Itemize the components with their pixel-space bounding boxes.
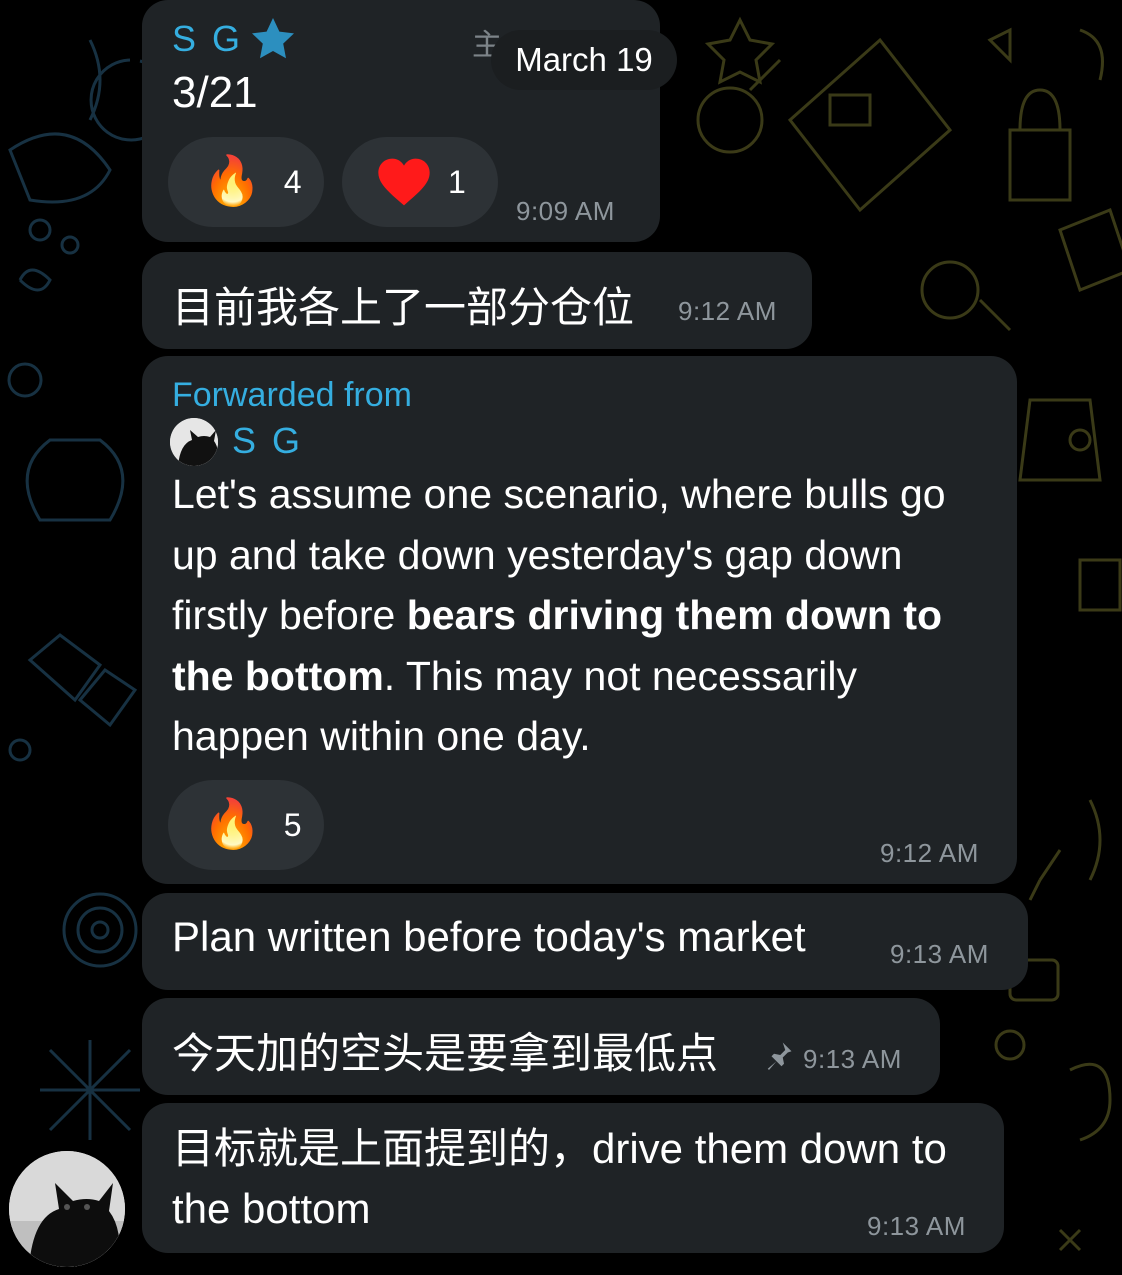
star-icon	[252, 18, 294, 59]
sender-name[interactable]: S G	[172, 18, 243, 60]
message-time: 9:12 AM	[678, 296, 777, 326]
message-text: Let's assume one scenario, where bulls g…	[172, 464, 992, 767]
message-time: 9:13 AM	[890, 939, 989, 969]
message-text: 目标就是上面提到的，drive them down to the bottom	[172, 1125, 947, 1232]
message-bubble-4[interactable]: Plan written before today's market 9:13 …	[142, 893, 1028, 990]
fire-icon: 🔥	[202, 798, 262, 851]
reaction-fire[interactable]: 🔥 4	[168, 137, 324, 227]
message-time: 9:12 AM	[880, 838, 979, 868]
sender-avatar[interactable]	[9, 1151, 125, 1267]
forwarded-label: Forwarded from	[172, 376, 412, 414]
message-text: 今天加的空头是要拿到最低点	[172, 1030, 719, 1077]
forwarded-sender-name[interactable]: S G	[232, 420, 303, 462]
message-time: 9:09 AM	[516, 196, 615, 226]
message-bubble-forwarded[interactable]: Forwarded from S G Let's assume one scen…	[142, 356, 1017, 884]
message-time: 9:13 AM	[867, 1211, 966, 1241]
message-text: Plan written before today's market	[172, 913, 806, 960]
pin-icon	[767, 1042, 792, 1070]
forwarded-sender-avatar[interactable]	[170, 418, 218, 466]
date-pill: March 19	[491, 30, 677, 90]
heart-icon	[378, 158, 430, 206]
message-bubble-6[interactable]: 目标就是上面提到的，drive them down to the bottom …	[142, 1103, 1004, 1253]
reaction-count: 4	[283, 163, 302, 200]
fire-icon: 🔥	[202, 155, 262, 208]
reaction-count: 1	[448, 163, 466, 200]
message-bubble-5[interactable]: 今天加的空头是要拿到最低点 9:13 AM	[142, 998, 940, 1095]
message-text: 3/21	[172, 68, 258, 117]
message-bubble-2[interactable]: 目前我各上了一部分仓位 9:12 AM	[142, 252, 812, 349]
message-time: 9:13 AM	[803, 1044, 902, 1074]
reaction-fire[interactable]: 🔥 5	[168, 780, 324, 870]
reaction-count: 5	[283, 806, 302, 843]
reaction-heart[interactable]: 1	[342, 137, 498, 227]
message-text: 目前我各上了一部分仓位	[172, 284, 635, 331]
